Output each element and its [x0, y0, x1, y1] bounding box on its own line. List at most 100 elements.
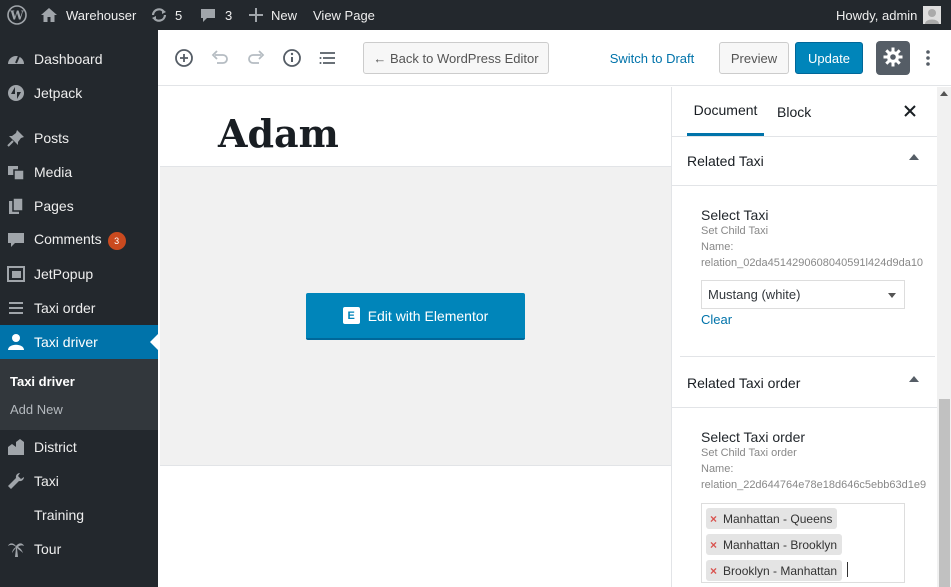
chevron-up-icon [909, 154, 919, 160]
select-taxi-order-desc-line2: Name: [701, 463, 734, 475]
sidebar-item-taxi[interactable]: Taxi [0, 464, 158, 498]
comments-badge: 3 [107, 231, 126, 250]
outline-list-icon[interactable] [316, 46, 340, 70]
jetpack-icon [7, 84, 25, 102]
site-name-link[interactable]: Warehouser [40, 0, 136, 30]
sidebar-item-posts[interactable]: Posts [0, 121, 158, 155]
pin-icon [7, 129, 25, 147]
select-taxi-order-desc-line3: relation_22d644764e78e18d646c5ebb63d1e9 [701, 479, 927, 491]
sidebar-item-label: District [34, 439, 77, 455]
chip-label: Manhattan - Queens [723, 511, 833, 526]
sidebar-item-label: Tour [34, 541, 62, 557]
avatar [923, 6, 942, 24]
sidebar-item-label: Comments 3 [34, 231, 126, 250]
sidebar-item-pages[interactable]: Pages [0, 189, 158, 223]
select-taxi-desc-line3: relation_02da4514290608040591l424d9da10 [701, 257, 924, 269]
site-name: Warehouser [66, 7, 137, 23]
sidebar-item-label: JetPopup [34, 266, 94, 282]
pages-icon [7, 197, 25, 215]
preview-button[interactable]: Preview [719, 42, 789, 74]
popup-icon [7, 265, 25, 283]
remove-chip-icon[interactable]: × [710, 512, 717, 526]
sidebar-item-jetpopup[interactable]: JetPopup [0, 257, 158, 291]
tab-document[interactable]: Document [687, 87, 764, 136]
remove-chip-icon[interactable]: × [710, 564, 717, 578]
new-label: New [271, 7, 298, 23]
sidebar-item-tour[interactable]: Tour [0, 532, 158, 566]
edit-with-elementor-button[interactable]: E Edit with Elementor [306, 293, 525, 340]
wrench-icon [7, 472, 25, 490]
view-page-link[interactable]: View Page [313, 0, 375, 30]
select-taxi-order-multiselect[interactable]: × Manhattan - Queens × Manhattan - Brook… [701, 503, 905, 583]
sidebar-item-dashboard[interactable]: Dashboard [0, 42, 158, 76]
clear-link[interactable]: Clear [701, 312, 732, 327]
sidebar-item-label: Pages [34, 198, 74, 214]
sidebar-item-training[interactable]: Training [0, 498, 158, 532]
sidebar-item-label: Taxi order [34, 300, 96, 316]
sidebar-item-label: Taxi driver [34, 334, 98, 350]
chevron-up-icon [909, 376, 919, 382]
update-button[interactable]: Update [795, 42, 863, 74]
comments-link[interactable]: 3 [200, 0, 232, 30]
my-account-link[interactable]: Howdy, admin [836, 0, 942, 30]
settings-toggle-button[interactable] [876, 41, 910, 75]
panel-scrollbar[interactable] [937, 87, 951, 587]
updates-count: 5 [175, 7, 183, 23]
switch-to-draft-button[interactable]: Switch to Draft [602, 42, 702, 74]
post-title[interactable]: Adam [218, 111, 339, 156]
admin-bar: W Warehouser 5 3 New View Page Howdy, ad… [0, 0, 951, 30]
chip-label: Manhattan - Brooklyn [723, 537, 838, 552]
sidebar-item-jetpack[interactable]: Jetpack [0, 76, 158, 110]
comment-bubble-icon [200, 8, 216, 23]
sidebar-item-media[interactable]: Media [0, 155, 158, 189]
selected-chip: × Manhattan - Brooklyn [706, 534, 843, 555]
undo-icon[interactable] [208, 46, 232, 70]
updates-icon [150, 7, 168, 23]
comments-icon [7, 231, 25, 249]
select-taxi-title: Select Taxi [701, 207, 769, 223]
selected-chip: × Manhattan - Queens [706, 508, 838, 529]
greeting: Howdy, admin [836, 7, 918, 23]
related-taxi-order-panel-toggle[interactable]: Related Taxi order [672, 358, 937, 408]
select-taxi-dropdown[interactable]: Mustang (white) [701, 280, 905, 309]
gear-icon [883, 47, 903, 70]
sidebar-item-comments[interactable]: Comments 3 [0, 223, 158, 257]
dashboard-icon [7, 50, 25, 68]
updates-link[interactable]: 5 [150, 0, 182, 30]
submenu-item-taxi-driver[interactable]: Taxi driver [10, 374, 75, 389]
section-divider [680, 356, 935, 357]
redo-icon[interactable] [244, 46, 268, 70]
add-block-icon[interactable] [172, 46, 196, 70]
home-icon [40, 7, 58, 23]
palm-icon [7, 540, 25, 558]
tab-block[interactable]: Block [777, 87, 813, 136]
related-taxi-panel-toggle[interactable]: Related Taxi [672, 136, 937, 186]
related-taxi-order-header: Related Taxi order [687, 374, 801, 391]
scrollbar-thumb[interactable] [939, 399, 950, 587]
sidebar-item-label: Taxi [34, 473, 59, 489]
media-icon [7, 163, 25, 181]
edit-with-elementor-label: Edit with Elementor [367, 307, 489, 324]
settings-sidebar: Document Block Related Taxi Select Taxi … [671, 87, 951, 587]
chip-label: Brooklyn - Manhattan [723, 563, 838, 578]
related-taxi-header: Related Taxi [687, 152, 764, 169]
sidebar-item-district[interactable]: District [0, 430, 158, 464]
wordpress-logo-icon[interactable]: W [7, 0, 27, 30]
list-icon [7, 299, 25, 317]
remove-chip-icon[interactable]: × [710, 538, 717, 552]
close-icon[interactable] [902, 103, 918, 119]
scroll-up-arrow-icon[interactable] [940, 91, 948, 96]
plus-icon [249, 8, 263, 22]
taxi-driver-submenu: Taxi driver Add New [0, 359, 158, 430]
sidebar-item-taxi-order[interactable]: Taxi order [0, 291, 158, 325]
sidebar-item-label: Jetpack [34, 85, 83, 101]
new-content-link[interactable]: New [249, 0, 297, 30]
select-taxi-value: Mustang (white) [708, 287, 801, 302]
submenu-item-add-new[interactable]: Add New [10, 402, 63, 417]
info-icon[interactable] [280, 46, 304, 70]
text-cursor [847, 562, 848, 577]
more-options-icon[interactable] [921, 46, 935, 70]
back-to-wordpress-editor-button[interactable]: ← Back to WordPress Editor [363, 42, 549, 74]
elementor-block: E Edit with Elementor [160, 166, 671, 466]
sidebar-item-taxi-driver[interactable]: Taxi driver [0, 325, 158, 359]
